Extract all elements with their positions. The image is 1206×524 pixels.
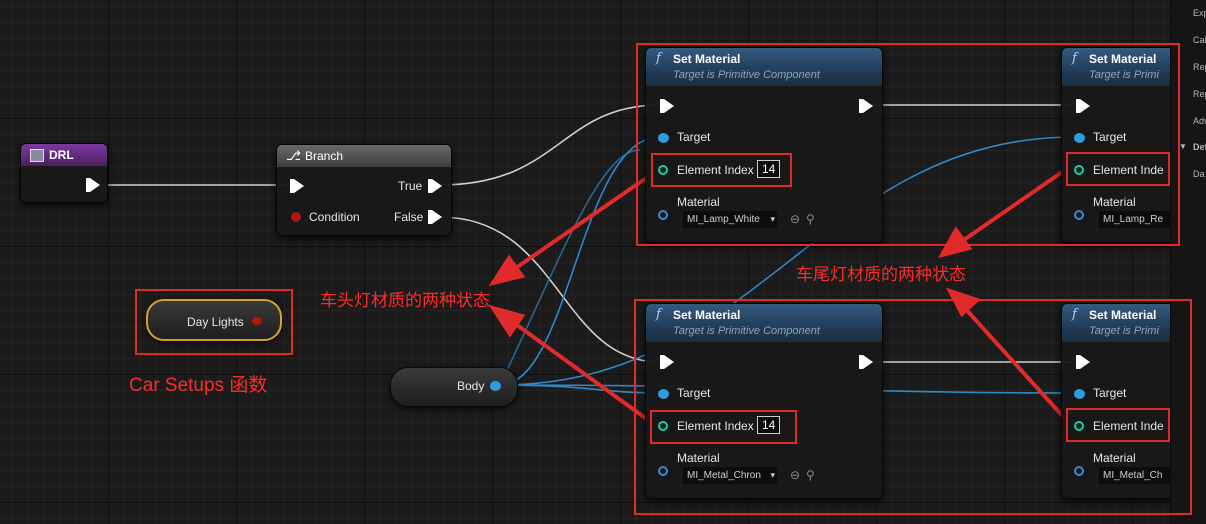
- arrow-front-down-head: [488, 304, 526, 338]
- highlight-day-lights: [135, 289, 293, 355]
- highlight-front-nodes: [636, 43, 1180, 246]
- drl-node-title: DRL: [49, 148, 74, 162]
- details-panel-item[interactable]: Rep: [1193, 89, 1206, 99]
- branch-node[interactable]: ⎇ Branch True Condition False: [276, 144, 452, 236]
- arrow-front-up-head: [488, 254, 526, 287]
- annotation-car-setups: Car Setups 函数: [129, 375, 268, 396]
- highlight-element-index-front-2: [650, 410, 797, 444]
- details-panel-item[interactable]: Exp: [1193, 8, 1206, 18]
- branch-true-label: True: [398, 179, 423, 193]
- drl-node[interactable]: DRL: [20, 143, 108, 203]
- details-panel-item[interactable]: Rep: [1193, 62, 1206, 72]
- highlight-rear-nodes: [634, 299, 1192, 515]
- details-panel-item[interactable]: Adv: [1193, 116, 1206, 126]
- chevron-down-icon[interactable]: ▼: [1179, 142, 1187, 151]
- exec-wire-true-setmat: [439, 104, 661, 186]
- branch-false-label: False: [394, 210, 424, 224]
- branch-false-pin[interactable]: [428, 210, 442, 224]
- object-wire-extra: [499, 149, 641, 386]
- branch-icon: ⎇: [286, 148, 301, 163]
- highlight-element-index-rear-1: [1066, 152, 1170, 186]
- branch-condition-pin[interactable]: [291, 212, 301, 222]
- drl-node-icon: [30, 149, 44, 162]
- body-label: Body: [457, 379, 485, 393]
- highlight-element-index-rear-2: [1066, 408, 1170, 442]
- details-panel-item[interactable]: Da: [1193, 169, 1205, 179]
- drl-node-header: DRL: [21, 144, 107, 166]
- branch-condition-label: Condition: [309, 210, 360, 224]
- branch-node-header: ⎇ Branch: [277, 145, 451, 167]
- body-out-pin[interactable]: [490, 381, 501, 391]
- annotation-rear-light: 车尾灯材质的两种状态: [796, 265, 966, 284]
- body-node[interactable]: Body: [390, 367, 518, 407]
- branch-node-title: Branch: [305, 149, 344, 163]
- annotation-front-light: 车头灯材质的两种状态: [320, 291, 490, 310]
- drl-exec-out-pin[interactable]: [86, 178, 100, 192]
- highlight-element-index-front-1: [651, 153, 792, 187]
- branch-exec-in-pin[interactable]: [290, 179, 304, 193]
- branch-true-pin[interactable]: [428, 179, 442, 193]
- details-panel-item[interactable]: Def: [1193, 142, 1206, 152]
- details-panel-item[interactable]: Cal: [1193, 35, 1206, 45]
- arrow-front-up: [508, 170, 657, 274]
